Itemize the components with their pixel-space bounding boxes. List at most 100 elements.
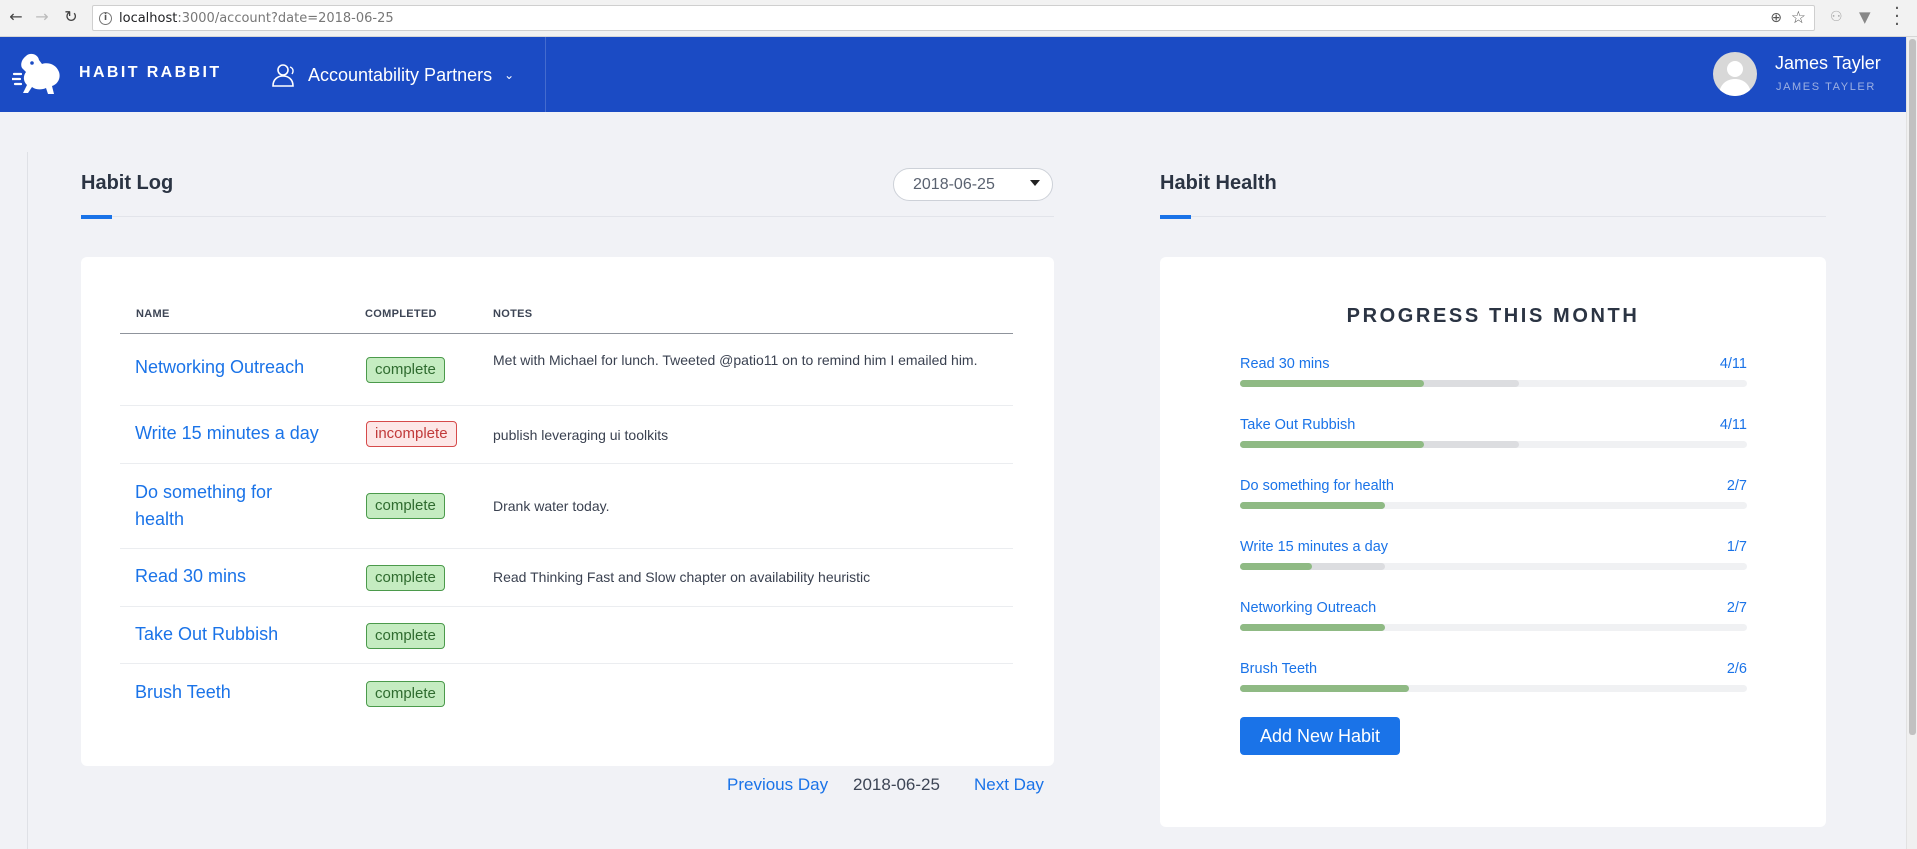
column-header-notes: NOTES — [493, 308, 533, 320]
page-scrollbar[interactable] — [1906, 37, 1917, 849]
habit-link[interactable]: Brush Teeth — [135, 679, 310, 706]
status-badge: incomplete — [366, 421, 457, 447]
next-day-link[interactable]: Next Day — [974, 775, 1044, 795]
main-content: Habit Log 2018-06-25 NAME COMPLETED NOTE… — [0, 112, 1906, 849]
extension-icon[interactable]: ⚇ — [1830, 9, 1843, 25]
bookmark-star-icon[interactable]: ☆ — [1791, 8, 1806, 28]
previous-day-link[interactable]: Previous Day — [727, 775, 828, 795]
column-header-completed: COMPLETED — [365, 308, 437, 320]
table-row: Take Out Rubbish complete — [120, 607, 1013, 664]
progress-fill-bar — [1240, 380, 1425, 387]
status-badge: complete — [366, 565, 445, 591]
progress-title: PROGRESS THIS MONTH — [1346, 305, 1640, 327]
extension-shield-icon[interactable]: ▼ — [1859, 8, 1871, 26]
progress-item: Write 15 minutes a day 1/7 — [1240, 539, 1747, 579]
habit-note: publish leveraging ui toolkits — [493, 427, 669, 443]
browser-toolbar: ← → ↻ i localhost:3000/account?date=2018… — [0, 0, 1917, 37]
table-row: Brush Teeth complete — [120, 664, 1013, 722]
progress-habit-link[interactable]: Read 30 mins — [1240, 356, 1329, 372]
date-select-value: 2018-06-25 — [913, 176, 995, 193]
site-info-icon[interactable]: i — [99, 12, 112, 25]
status-badge: complete — [366, 623, 445, 649]
add-new-habit-button[interactable]: Add New Habit — [1240, 717, 1400, 755]
habit-note: Drank water today. — [493, 498, 610, 514]
users-icon — [272, 64, 294, 87]
url-host: localhost — [119, 11, 178, 26]
progress-item: Do something for health 2/7 — [1240, 478, 1747, 518]
rabbit-logo-icon[interactable] — [12, 50, 64, 98]
address-bar[interactable]: i localhost:3000/account?date=2018-06-25… — [92, 5, 1815, 31]
progress-habit-link[interactable]: Networking Outreach — [1240, 600, 1376, 616]
app-header: HABIT RABBIT Accountability Partners ⌄ J… — [0, 37, 1906, 112]
table-row: Networking Outreach complete Met with Mi… — [120, 334, 1013, 406]
browser-menu-icon[interactable]: · · · — [1892, 0, 1902, 34]
column-header-name: NAME — [136, 308, 170, 320]
progress-item: Networking Outreach 2/7 — [1240, 600, 1747, 640]
table-row: Do something for health complete Drank w… — [120, 464, 1013, 549]
status-badge: complete — [366, 493, 445, 519]
progress-habit-link[interactable]: Do something for health — [1240, 478, 1394, 494]
progress-track — [1240, 441, 1747, 448]
current-date-label: 2018-06-25 — [853, 775, 940, 794]
url-path: :3000/account?date=2018-06-25 — [177, 11, 394, 26]
url-text[interactable]: localhost:3000/account?date=2018-06-25 — [119, 11, 394, 26]
habit-health-title: Habit Health — [1160, 172, 1277, 194]
zoom-icon[interactable]: ⊕ — [1770, 10, 1782, 26]
progress-ratio: 4/11 — [1719, 417, 1747, 433]
brand-name[interactable]: HABIT RABBIT — [79, 64, 222, 82]
status-badge: complete — [366, 357, 445, 383]
progress-ratio: 4/11 — [1719, 356, 1747, 372]
progress-track — [1240, 380, 1747, 387]
chevron-down-icon: ⌄ — [504, 68, 515, 82]
progress-fill-bar — [1240, 563, 1313, 570]
progress-track — [1240, 685, 1747, 692]
header-divider — [545, 37, 546, 112]
habit-link[interactable]: Do something for health — [135, 479, 310, 533]
left-divider — [27, 152, 28, 849]
progress-track — [1240, 624, 1747, 631]
user-silhouette-icon — [1719, 61, 1751, 96]
progress-fill-bar — [1240, 624, 1385, 631]
accountability-partners-label: Accountability Partners — [308, 64, 493, 85]
progress-fill-bar — [1240, 441, 1425, 448]
progress-habit-link[interactable]: Brush Teeth — [1240, 661, 1317, 677]
progress-item: Read 30 mins 4/11 — [1240, 356, 1747, 396]
date-select[interactable]: 2018-06-25 — [893, 168, 1053, 201]
habit-link[interactable]: Networking Outreach — [135, 354, 310, 381]
habit-note: Read Thinking Fast and Slow chapter on a… — [493, 569, 871, 585]
progress-item: Take Out Rubbish 4/11 — [1240, 417, 1747, 457]
habit-note: Met with Michael for lunch. Tweeted @pat… — [493, 352, 978, 368]
caret-down-icon — [1030, 180, 1040, 186]
back-arrow-icon[interactable]: ← — [8, 9, 24, 25]
accountability-partners-menu[interactable]: Accountability Partners ⌄ — [270, 55, 514, 95]
progress-fill-bar — [1240, 685, 1409, 692]
table-row: Write 15 minutes a day incomplete publis… — [120, 406, 1013, 464]
progress-ratio: 2/7 — [1726, 478, 1747, 494]
habit-log-title: Habit Log — [81, 172, 174, 194]
user-name[interactable]: James Tayler — [1775, 53, 1881, 74]
habit-link[interactable]: Take Out Rubbish — [135, 621, 310, 648]
progress-fill-bar — [1240, 502, 1385, 509]
habit-link[interactable]: Write 15 minutes a day — [135, 420, 355, 447]
habit-log-card: NAME COMPLETED NOTES Networking Outreach… — [81, 257, 1054, 766]
progress-ratio: 2/6 — [1726, 661, 1747, 677]
forward-arrow-icon[interactable]: → — [34, 9, 50, 25]
habit-health-rule — [1160, 216, 1826, 217]
habit-health-card: PROGRESS THIS MONTH Read 30 mins 4/11 Take… — [1160, 257, 1826, 827]
progress-track — [1240, 563, 1747, 570]
habit-health-accent — [1160, 215, 1191, 219]
avatar[interactable] — [1713, 52, 1757, 96]
progress-ratio: 1/7 — [1726, 539, 1747, 555]
habit-log-rule — [81, 216, 1054, 217]
progress-item: Brush Teeth 2/6 — [1240, 661, 1747, 701]
habit-link[interactable]: Read 30 mins — [135, 563, 310, 590]
progress-habit-link[interactable]: Write 15 minutes a day — [1240, 539, 1388, 555]
status-badge: complete — [366, 681, 445, 707]
progress-habit-link[interactable]: Take Out Rubbish — [1240, 417, 1355, 433]
scrollbar-thumb[interactable] — [1909, 39, 1916, 735]
progress-ratio: 2/7 — [1726, 600, 1747, 616]
table-row: Read 30 mins complete Read Thinking Fast… — [120, 549, 1013, 607]
progress-track — [1240, 502, 1747, 509]
habit-log-accent — [81, 215, 112, 219]
reload-icon[interactable]: ↻ — [63, 9, 79, 25]
